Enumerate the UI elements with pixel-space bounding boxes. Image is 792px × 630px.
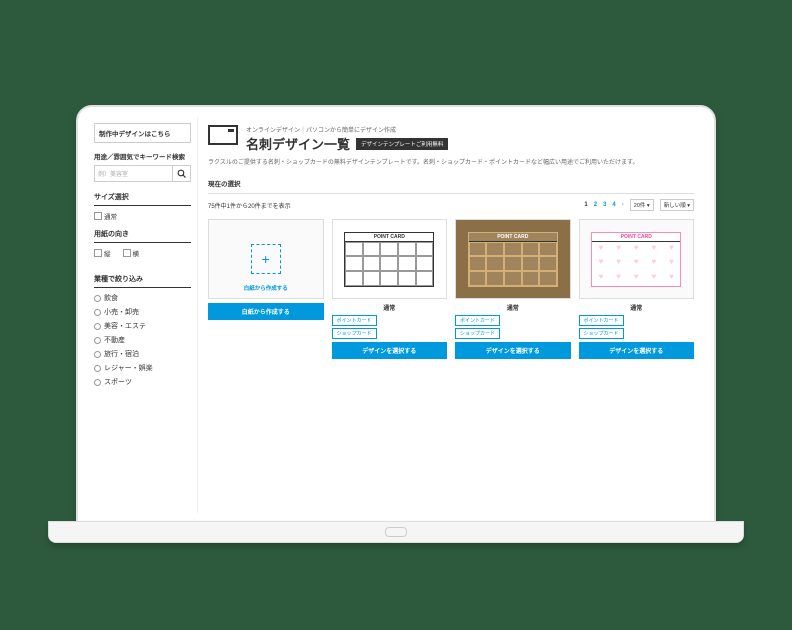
checkbox-icon — [94, 212, 102, 220]
page-description: ラクスルのご提供する名刺・ショップカードの無料デザインテンプレートです。名刺・シ… — [208, 159, 694, 168]
category-item[interactable]: 不動産 — [94, 335, 191, 345]
create-label: 白紙から作成する — [244, 284, 288, 292]
orient-vertical[interactable]: 縦 — [94, 248, 111, 258]
category-item[interactable]: 美容・エステ — [94, 321, 191, 331]
tag[interactable]: ショップカード — [455, 328, 500, 339]
card-grid: + 白紙から作成する 白紙から作成する POINT CARD 通常 ポイントカー… — [208, 219, 694, 362]
laptop-base — [48, 521, 744, 543]
breadcrumb: オンラインデザイン｜パソコンから簡単にデザイン作成 — [246, 125, 448, 134]
tag[interactable]: ショップカード — [579, 328, 624, 339]
search-label: 用途／雰囲気でキーワード検索 — [94, 151, 191, 161]
category-item[interactable]: 旅行・宿泊 — [94, 349, 191, 359]
radio-icon — [94, 351, 101, 358]
radio-icon — [94, 379, 101, 386]
app-screen: 制作中デザインはこちら 用途／雰囲気でキーワード検索 例）美容室 サイズ選択 通… — [88, 117, 704, 513]
checkbox-icon — [123, 249, 131, 257]
tag[interactable]: ポイントカード — [579, 315, 624, 326]
page-2[interactable]: 2 — [594, 202, 597, 208]
result-count: 75件中1件から20件までを表示 — [208, 201, 291, 210]
sidebar: 制作中デザインはこちら 用途／雰囲気でキーワード検索 例）美容室 サイズ選択 通… — [88, 117, 198, 513]
laptop-frame: 制作中デザインはこちら 用途／雰囲気でキーワード検索 例）美容室 サイズ選択 通… — [76, 105, 716, 525]
type-label: 通常 — [579, 303, 695, 312]
tag[interactable]: ショップカード — [332, 328, 377, 339]
pagination: 1 2 3 4 › 20件 ▾ 新しい順 ▾ — [584, 199, 694, 211]
search-input[interactable]: 例）美容室 — [94, 165, 173, 182]
category-item[interactable]: 飲食 — [94, 293, 191, 303]
current-selection-label: 現在の選択 — [208, 178, 694, 188]
main-content: オンラインデザイン｜パソコンから簡単にデザイン作成 名刺デザイン一覧 デザインテ… — [198, 117, 704, 513]
template-thumb[interactable]: POINT CARD♥♥♥♥♥♥♥♥♥♥♥♥♥♥♥ — [579, 219, 695, 299]
type-label: 通常 — [332, 303, 448, 312]
category-item[interactable]: スポーツ — [94, 377, 191, 387]
plus-icon: + — [251, 244, 281, 274]
template-thumb[interactable]: POINT CARD — [455, 219, 571, 299]
template-thumb[interactable]: POINT CARD — [332, 219, 448, 299]
tag[interactable]: ポイントカード — [455, 315, 500, 326]
sort-select[interactable]: 新しい順 ▾ — [660, 199, 694, 211]
card-icon — [208, 125, 238, 145]
wip-designs-link[interactable]: 制作中デザインはこちら — [94, 123, 191, 143]
select-button[interactable]: デザインを選択する — [332, 342, 448, 359]
type-label: 通常 — [455, 303, 571, 312]
orient-horizontal[interactable]: 横 — [123, 248, 140, 258]
select-button[interactable]: デザインを選択する — [579, 342, 695, 359]
size-heading: サイズ選択 — [94, 192, 191, 206]
search-icon — [177, 169, 186, 178]
radio-icon — [94, 365, 101, 372]
page-3[interactable]: 3 — [603, 202, 606, 208]
radio-icon — [94, 309, 101, 316]
template-card: POINT CARD♥♥♥♥♥♥♥♥♥♥♥♥♥♥♥ 通常 ポイントカードショップ… — [579, 219, 695, 362]
tag[interactable]: ポイントカード — [332, 315, 377, 326]
create-blank-card: + 白紙から作成する 白紙から作成する — [208, 219, 324, 362]
template-card: POINT CARD 通常 ポイントカードショップカード デザインを選択する — [332, 219, 448, 362]
radio-icon — [94, 323, 101, 330]
select-button[interactable]: デザインを選択する — [455, 342, 571, 359]
search-button[interactable] — [173, 165, 191, 182]
checkbox-icon — [94, 249, 102, 257]
create-button[interactable]: 白紙から作成する — [208, 303, 324, 320]
page-title: 名刺デザイン一覧 — [246, 134, 350, 153]
page-4[interactable]: 4 — [612, 202, 615, 208]
page-1[interactable]: 1 — [584, 202, 587, 208]
create-thumb[interactable]: + 白紙から作成する — [208, 219, 324, 299]
radio-icon — [94, 295, 101, 302]
orientation-heading: 用紙の向き — [94, 229, 191, 243]
category-item[interactable]: 小売・卸売 — [94, 307, 191, 317]
radio-icon — [94, 337, 101, 344]
category-item[interactable]: レジャー・娯楽 — [94, 363, 191, 373]
next-page-icon[interactable]: › — [622, 202, 624, 208]
category-heading: 業種で絞り込み — [94, 274, 191, 288]
category-list: 飲食 小売・卸売 美容・エステ 不動産 旅行・宿泊 レジャー・娯楽 スポーツ — [94, 293, 191, 387]
size-option[interactable]: 通常 — [94, 211, 191, 221]
free-badge: デザインテンプレートご利用無料 — [356, 138, 448, 150]
template-card: POINT CARD 通常 ポイントカードショップカード デザインを選択する — [455, 219, 571, 362]
per-page-select[interactable]: 20件 ▾ — [630, 199, 654, 211]
